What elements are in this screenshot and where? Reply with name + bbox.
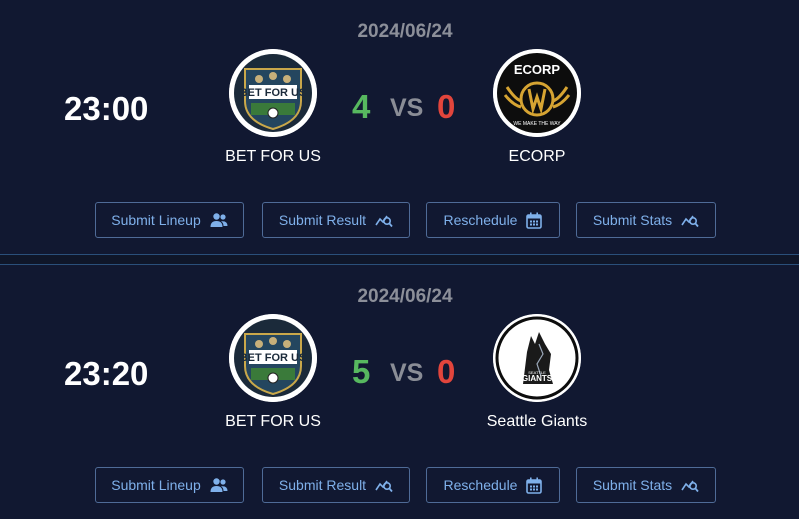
away-score: 0	[437, 88, 456, 125]
home-team-name: BET FOR US	[225, 413, 321, 430]
chart-search-icon	[681, 477, 699, 493]
vs-label: VS	[390, 94, 424, 122]
submit-lineup-button[interactable]: Submit Lineup	[95, 202, 244, 238]
away-team-logo: ECORP WE MAKE THE WAY	[493, 49, 581, 137]
home-score: 5	[352, 353, 371, 390]
home-team-logo: BET FOR US	[229, 314, 317, 402]
users-icon	[210, 212, 228, 228]
home-score: 4	[352, 88, 371, 125]
reschedule-label: Reschedule	[443, 477, 518, 493]
away-team-name: ECORP	[508, 148, 566, 165]
chart-search-icon	[681, 212, 699, 228]
match-card: 2024/06/24 23:00 BET FOR US BET FOR US 4…	[0, 0, 799, 254]
submit-lineup-button[interactable]: Submit Lineup	[95, 467, 244, 503]
reschedule-button[interactable]: Reschedule	[426, 202, 560, 238]
submit-result-button[interactable]: Submit Result	[262, 467, 410, 503]
match-divider	[0, 254, 799, 265]
reschedule-button[interactable]: Reschedule	[426, 467, 560, 503]
away-logo-text: GIANTS	[522, 374, 553, 383]
calendar-icon	[526, 212, 543, 229]
submit-lineup-label: Submit Lineup	[111, 477, 201, 493]
submit-stats-button[interactable]: Submit Stats	[576, 467, 716, 503]
users-icon	[210, 477, 228, 493]
submit-result-label: Submit Result	[278, 477, 367, 493]
home-logo-text: BET FOR US	[240, 87, 307, 99]
chart-search-icon	[375, 212, 393, 228]
match-time: 23:00	[64, 90, 149, 127]
submit-result-button[interactable]: Submit Result	[262, 202, 410, 238]
away-logo-text: ECORP	[514, 62, 561, 77]
vs-label: VS	[390, 359, 424, 387]
away-team-name: Seattle Giants	[486, 413, 588, 430]
calendar-icon	[526, 477, 543, 494]
match-date: 2024/06/24	[357, 21, 453, 42]
match-card: 2024/06/24 23:20 BET FOR US BET FOR US 5…	[0, 265, 799, 519]
submit-stats-label: Submit Stats	[592, 477, 673, 493]
away-logo-tagline: WE MAKE THE WAY	[513, 121, 561, 127]
home-logo-text: BET FOR US	[240, 352, 307, 364]
match-time: 23:20	[64, 355, 149, 392]
chart-search-icon	[375, 477, 393, 493]
submit-result-label: Submit Result	[278, 212, 367, 228]
away-score: 0	[437, 353, 456, 390]
submit-lineup-label: Submit Lineup	[111, 212, 201, 228]
home-team-name: BET FOR US	[225, 148, 321, 165]
match-date: 2024/06/24	[357, 286, 453, 307]
home-team-logo: BET FOR US	[229, 49, 317, 137]
submit-stats-label: Submit Stats	[592, 212, 673, 228]
away-team-logo: SEATTLE GIANTS	[493, 314, 581, 402]
reschedule-label: Reschedule	[443, 212, 518, 228]
submit-stats-button[interactable]: Submit Stats	[576, 202, 716, 238]
